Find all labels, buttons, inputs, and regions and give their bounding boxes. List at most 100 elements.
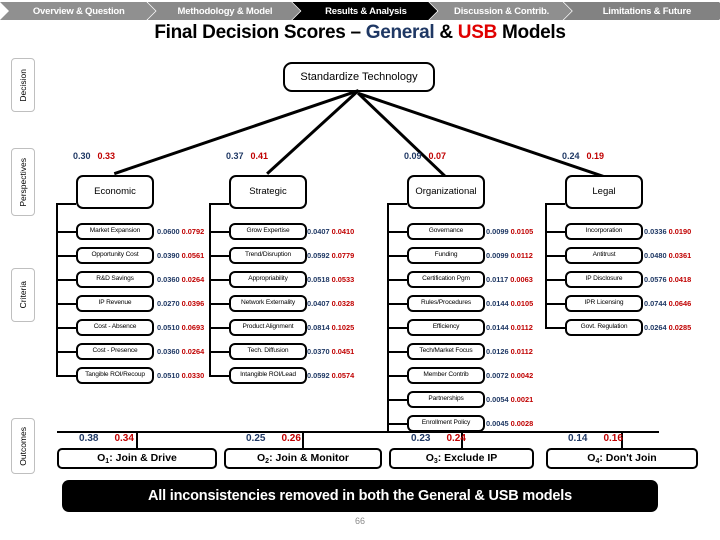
- outcome-node-1[interactable]: O1: Join & Drive: [57, 448, 217, 469]
- connector-criterion-stub: [209, 350, 229, 353]
- score-general: 0.0264: [644, 323, 667, 332]
- criterion-score-organizational-4: 0.0144 0.0105: [486, 300, 533, 307]
- criterion-score-organizational-6: 0.0126 0.0112: [486, 348, 533, 355]
- nav-tab-methodology-model[interactable]: Methodology & Model: [148, 2, 301, 20]
- criterion-node-strategic-3[interactable]: Appropriability: [229, 271, 307, 288]
- row-label-outcomes-text: Outcomes: [18, 426, 28, 466]
- score-usb: 0.41: [250, 151, 269, 161]
- criterion-node-strategic-5[interactable]: Product Alignment: [229, 319, 307, 336]
- criterion-node-legal-3[interactable]: IP Disclosure: [565, 271, 643, 288]
- score-usb: 0.0063: [510, 275, 533, 284]
- criterion-score-organizational-5: 0.0144 0.0112: [486, 324, 533, 331]
- slide-canvas: Overview & Question Methodology & Model Re…: [0, 0, 720, 540]
- perspective-node-3-label: Organizational: [415, 186, 477, 198]
- criterion-node-economic-1-label: Market Expansion: [89, 227, 141, 235]
- criterion-node-strategic-7-label: Intangible ROI/Lead: [240, 371, 296, 379]
- outcome-node-4[interactable]: O4: Don't Join: [546, 448, 698, 469]
- criterion-node-strategic-2[interactable]: Trend/Disruption: [229, 247, 307, 264]
- nav-tab-discussion-contrib[interactable]: Discussion & Contrib.: [429, 2, 571, 20]
- outcome-score-4: 0.14 0.16: [568, 434, 623, 444]
- outcome-node-2[interactable]: O2: Join & Monitor: [224, 448, 382, 469]
- criterion-node-strategic-1[interactable]: Grow Expertise: [229, 223, 307, 240]
- score-general: 0.24: [562, 151, 580, 161]
- outcome-node-3[interactable]: O3: Exclude IP: [389, 448, 534, 469]
- title-text-part1: Final Decision Scores –: [154, 22, 366, 43]
- criterion-node-legal-1[interactable]: Incorporation: [565, 223, 643, 240]
- connector-criterion-stub: [545, 230, 565, 233]
- criterion-node-organizational-9[interactable]: Enrollment Policy: [407, 415, 485, 432]
- connector-criterion-stub: [56, 302, 76, 305]
- criterion-node-economic-2[interactable]: Opportunity Cost: [76, 247, 154, 264]
- score-general: 0.0510: [157, 323, 180, 332]
- criterion-node-economic-4[interactable]: IP Revenue: [76, 295, 154, 312]
- criterion-node-organizational-1[interactable]: Governance: [407, 223, 485, 240]
- criterion-score-organizational-2: 0.0099 0.0112: [486, 252, 533, 259]
- score-usb: 0.0112: [510, 323, 533, 332]
- criterion-node-economic-4-label: IP Revenue: [98, 299, 132, 307]
- score-usb: 0.16: [603, 433, 623, 444]
- row-label-decision-text: Decision: [18, 68, 28, 102]
- criterion-node-organizational-3[interactable]: Certification Pgm: [407, 271, 485, 288]
- criterion-node-strategic-2-label: Trend/Disruption: [244, 251, 292, 259]
- nav-tab-label: Limitations & Future: [602, 5, 692, 17]
- nav-tab-label: Overview & Question: [32, 5, 125, 17]
- score-general: 0.38: [79, 433, 99, 444]
- perspective-node-1[interactable]: Economic: [76, 175, 154, 209]
- score-usb: 0.24: [446, 433, 466, 444]
- score-usb: 0.33: [97, 151, 116, 161]
- score-usb: 0.0533: [331, 275, 355, 284]
- criterion-node-organizational-7[interactable]: Member Contrib: [407, 367, 485, 384]
- score-general: 0.0099: [486, 251, 509, 260]
- perspective-node-3[interactable]: Organizational: [407, 175, 485, 209]
- connector-perspective-stub-legal: [545, 203, 565, 205]
- score-general: 0.0045: [486, 419, 509, 428]
- score-usb: 0.0105: [510, 227, 534, 236]
- criterion-node-economic-6[interactable]: Cost - Presence: [76, 343, 154, 360]
- criterion-node-organizational-5[interactable]: Efficiency: [407, 319, 485, 336]
- criterion-score-strategic-1: 0.0407 0.0410: [307, 228, 354, 235]
- score-usb: 0.0646: [668, 299, 692, 308]
- score-general: 0.0518: [307, 275, 330, 284]
- criterion-node-legal-4[interactable]: IPR Licensing: [565, 295, 643, 312]
- connector-decision-to-perspective-2: [266, 90, 359, 175]
- criterion-node-organizational-6[interactable]: Tech/Market Focus: [407, 343, 485, 360]
- criterion-node-organizational-8[interactable]: Partnerships: [407, 391, 485, 408]
- criterion-score-organizational-9: 0.0045 0.0028: [486, 420, 533, 427]
- criterion-node-strategic-6[interactable]: Tech. Diffusion: [229, 343, 307, 360]
- criterion-score-organizational-3: 0.0117 0.0063: [486, 276, 533, 283]
- nav-tab-overview-question[interactable]: Overview & Question: [0, 2, 156, 20]
- criterion-node-economic-5[interactable]: Cost - Absence: [76, 319, 154, 336]
- criterion-node-economic-1[interactable]: Market Expansion: [76, 223, 154, 240]
- criterion-node-legal-5[interactable]: Govt. Regulation: [565, 319, 643, 336]
- criterion-node-strategic-4[interactable]: Network Externality: [229, 295, 307, 312]
- criterion-node-legal-2[interactable]: Antitrust: [565, 247, 643, 264]
- nav-tab-results-analysis[interactable]: Results & Analysis: [292, 2, 437, 20]
- criterion-node-strategic-7[interactable]: Intangible ROI/Lead: [229, 367, 307, 384]
- score-general: 0.0054: [486, 395, 509, 404]
- score-usb: 0.0264: [181, 275, 205, 284]
- criterion-node-organizational-4[interactable]: Rules/Procedures: [407, 295, 485, 312]
- score-general: 0.0144: [486, 299, 509, 308]
- row-label-criteria: Criteria: [11, 268, 35, 322]
- criterion-score-economic-4: 0.0270 0.0396: [157, 300, 204, 307]
- criterion-node-economic-3[interactable]: R&D Savings: [76, 271, 154, 288]
- perspective-node-4[interactable]: Legal: [565, 175, 643, 209]
- score-usb: 0.26: [281, 433, 301, 444]
- score-usb: 0.0779: [331, 251, 355, 260]
- criterion-score-strategic-4: 0.0407 0.0328: [307, 300, 354, 307]
- score-general: 0.0390: [157, 251, 180, 260]
- criterion-score-legal-4: 0.0744 0.0646: [644, 300, 691, 307]
- nav-tab-limitations-future[interactable]: Limitations & Future: [564, 2, 720, 20]
- score-general: 0.0592: [307, 371, 330, 380]
- score-general: 0.0744: [644, 299, 667, 308]
- criterion-score-legal-1: 0.0336 0.0190: [644, 228, 691, 235]
- perspective-node-2[interactable]: Strategic: [229, 175, 307, 209]
- criterion-node-organizational-3-label: Certification Pgm: [422, 275, 470, 283]
- decision-node[interactable]: Standardize Technology: [283, 62, 435, 92]
- criterion-node-organizational-2[interactable]: Funding: [407, 247, 485, 264]
- criterion-score-strategic-2: 0.0592 0.0779: [307, 252, 354, 259]
- score-general: 0.0370: [307, 347, 330, 356]
- criterion-node-economic-7[interactable]: Tangible ROI/Recoup: [76, 367, 154, 384]
- perspective-node-4-label: Legal: [592, 186, 616, 198]
- connector-decision-to-perspective-3: [357, 92, 446, 177]
